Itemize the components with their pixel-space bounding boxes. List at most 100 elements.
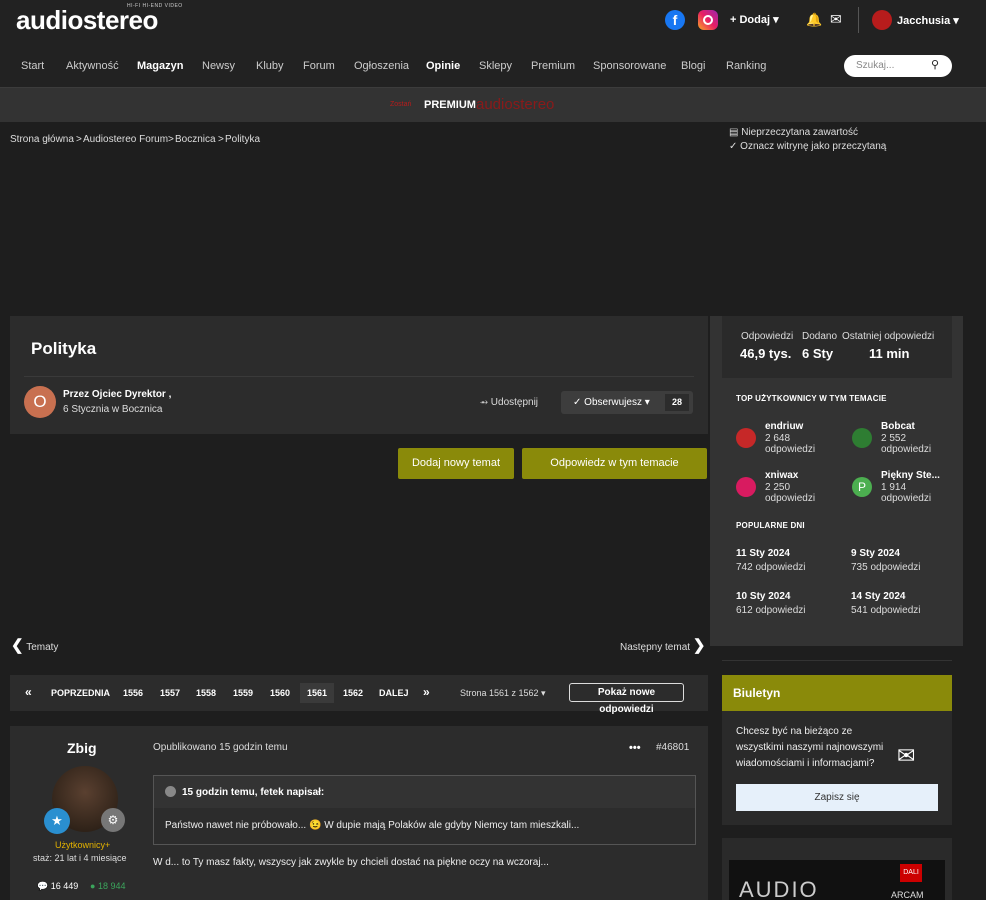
next-topic-link[interactable]: Następny temat ❯ bbox=[620, 636, 705, 654]
breadcrumb-home[interactable]: Strona główna bbox=[10, 134, 74, 145]
replies-label: Odpowiedzi bbox=[741, 331, 794, 342]
nav-item-opinie[interactable]: Opinie bbox=[426, 60, 460, 72]
added-value: 6 Sty bbox=[802, 346, 834, 361]
added-label: Dodano bbox=[802, 331, 838, 342]
page-link-current[interactable]: 1561 bbox=[307, 688, 327, 698]
page-title: Polityka bbox=[31, 339, 97, 358]
avatar[interactable]: O bbox=[24, 386, 56, 418]
topic-author[interactable]: Przez Ojciec Dyrektor , bbox=[63, 389, 171, 400]
quote-text: Państwo nawet nie próbowało... 😉 W dupie… bbox=[165, 820, 580, 831]
messages-envelope-icon[interactable]: ✉ bbox=[830, 11, 842, 28]
post-author[interactable]: Zbig bbox=[67, 740, 97, 756]
last-reply-value: 11 min bbox=[869, 346, 910, 361]
premium-banner-brand: audiostereo bbox=[476, 96, 555, 113]
page-jump[interactable]: Strona 1561 z 1562 ▾ bbox=[460, 688, 546, 699]
top-user-count: 2 250 bbox=[765, 482, 791, 493]
subscribe-button[interactable]: Zapisz się bbox=[736, 784, 938, 811]
share-label: Udostępnij bbox=[490, 397, 539, 408]
next-topic-label: Następny temat bbox=[620, 642, 691, 653]
star-badge-icon: ★ bbox=[44, 808, 70, 834]
nav-item-ranking[interactable]: Ranking bbox=[726, 60, 766, 72]
top-user-name[interactable]: Bobcat bbox=[881, 421, 915, 432]
add-button[interactable]: + Dodaj ▾ bbox=[730, 13, 779, 26]
reputation-value: 18 944 bbox=[97, 881, 126, 891]
last-page-icon[interactable]: » bbox=[423, 685, 430, 699]
show-new-replies-button[interactable]: Pokaż nowe odpowiedzi bbox=[569, 683, 684, 715]
user-menu[interactable]: Jacchusia ▾ bbox=[897, 14, 959, 27]
facebook-icon[interactable]: f bbox=[665, 10, 685, 30]
nav-item-newsy[interactable]: Newsy bbox=[202, 60, 235, 72]
post-menu-icon[interactable]: ••• bbox=[629, 742, 641, 754]
share-button[interactable]: ⥇ Udostępnij bbox=[480, 397, 538, 408]
avatar[interactable] bbox=[736, 428, 756, 448]
popular-day-date[interactable]: 10 Sty 2024 bbox=[736, 591, 791, 602]
popular-day-date[interactable]: 14 Sty 2024 bbox=[851, 591, 906, 602]
site-logo[interactable]: audiostereo bbox=[16, 5, 158, 36]
prev-page-button[interactable]: POPRZEDNIA bbox=[51, 688, 110, 698]
follow-text: Obserwujesz ▾ bbox=[584, 397, 650, 408]
notifications-bell-icon[interactable]: 🔔 bbox=[806, 12, 822, 28]
top-user-name[interactable]: Piękny Ste... bbox=[881, 470, 940, 481]
nav-item-start[interactable]: Start bbox=[21, 60, 44, 72]
post-time[interactable]: Opublikowano 15 godzin temu bbox=[153, 742, 288, 753]
envelope-icon: ✉ bbox=[897, 743, 916, 768]
search-placeholder: Szukaj... bbox=[856, 60, 895, 71]
breadcrumb-forum[interactable]: Audiostereo Forum bbox=[83, 134, 168, 145]
nav-item-sponsorowane[interactable]: Sponsorowane bbox=[593, 60, 666, 72]
sidebar-divider bbox=[722, 660, 952, 661]
avatar[interactable]: P bbox=[852, 477, 872, 497]
nav-item-forum[interactable]: Forum bbox=[303, 60, 335, 72]
nav-item-premium[interactable]: Premium bbox=[531, 60, 575, 72]
top-users-heading: TOP UŻYTKOWNICY W TYM TEMACIE bbox=[736, 394, 887, 403]
premium-banner-label: PREMIUM bbox=[424, 99, 476, 111]
avatar[interactable] bbox=[852, 428, 872, 448]
popular-day-count: 612 odpowiedzi bbox=[736, 605, 806, 616]
instagram-icon[interactable] bbox=[698, 10, 718, 30]
nav-item-magazyn[interactable]: Magazyn bbox=[137, 60, 183, 72]
nav-item-kluby[interactable]: Kluby bbox=[256, 60, 284, 72]
breadcrumb-polityka[interactable]: Polityka bbox=[225, 134, 260, 145]
page-link[interactable]: 1556 bbox=[123, 688, 143, 698]
page-link[interactable]: 1557 bbox=[160, 688, 180, 698]
prev-topic-label: Tematy bbox=[26, 642, 59, 653]
avatar[interactable] bbox=[736, 477, 756, 497]
premium-banner-lead: Zostań bbox=[390, 101, 412, 108]
post-id-link[interactable]: #46801 bbox=[656, 742, 689, 753]
quote-citation[interactable]: 15 godzin temu, fetek napisał: bbox=[182, 787, 324, 798]
search-icon[interactable]: ⚲ bbox=[931, 58, 939, 71]
mark-read-link[interactable]: ✓ Oznacz witrynę jako przeczytaną bbox=[729, 141, 886, 152]
page-link[interactable]: 1560 bbox=[270, 688, 290, 698]
page-link[interactable]: 1558 bbox=[196, 688, 216, 698]
newsletter-text: Chcesz być na bieżąco ze wszystkimi nasz… bbox=[736, 726, 884, 769]
quote-icon bbox=[165, 786, 176, 797]
user-seniority: staż: 21 lat i 4 miesiące bbox=[33, 853, 127, 863]
first-page-icon[interactable]: « bbox=[25, 685, 32, 699]
unread-content-link[interactable]: ▤ Nieprzeczytana zawartość bbox=[729, 127, 858, 138]
nav-item-ogloszenia[interactable]: Ogłoszenia bbox=[354, 60, 409, 72]
prev-topic-link[interactable]: ❮ Tematy bbox=[11, 636, 58, 654]
top-user-name[interactable]: endriuw bbox=[765, 421, 803, 432]
post-count-value: 16 449 bbox=[50, 881, 79, 891]
reputation: ● 18 944 bbox=[90, 881, 126, 891]
popular-day-date[interactable]: 9 Sty 2024 bbox=[851, 548, 900, 559]
follow-label: ✓ Obserwujesz ▾ bbox=[573, 397, 650, 408]
page-link[interactable]: 1559 bbox=[233, 688, 253, 698]
reply-button[interactable]: Odpowiedz w tym temacie bbox=[522, 448, 707, 479]
nav-item-sklepy[interactable]: Sklepy bbox=[479, 60, 512, 72]
page-link[interactable]: 1562 bbox=[343, 688, 363, 698]
top-user-name[interactable]: xniwax bbox=[765, 470, 798, 481]
new-topic-button[interactable]: Dodaj nowy temat bbox=[398, 448, 514, 479]
nav-item-blogi[interactable]: Blogi bbox=[681, 60, 705, 72]
user-rank: Użytkownicy+ bbox=[55, 840, 111, 850]
nav-item-aktywnosc[interactable]: Aktywność bbox=[66, 60, 119, 72]
top-user-count: 2 552 bbox=[881, 433, 907, 444]
user-avatar[interactable] bbox=[872, 10, 892, 30]
popular-day-date[interactable]: 11 Sty 2024 bbox=[736, 548, 790, 559]
breadcrumb-sep: > bbox=[76, 134, 82, 145]
breadcrumb-bocznica[interactable]: Bocznica bbox=[175, 134, 216, 145]
newsletter-title: Biuletyn bbox=[733, 686, 781, 700]
chevron-left-icon: ❮ bbox=[11, 637, 24, 654]
follow-count: 28 bbox=[665, 394, 689, 411]
logo-tagline: HI-FI HI-END VIDEO bbox=[127, 3, 183, 9]
next-page-button[interactable]: DALEJ bbox=[379, 688, 409, 698]
